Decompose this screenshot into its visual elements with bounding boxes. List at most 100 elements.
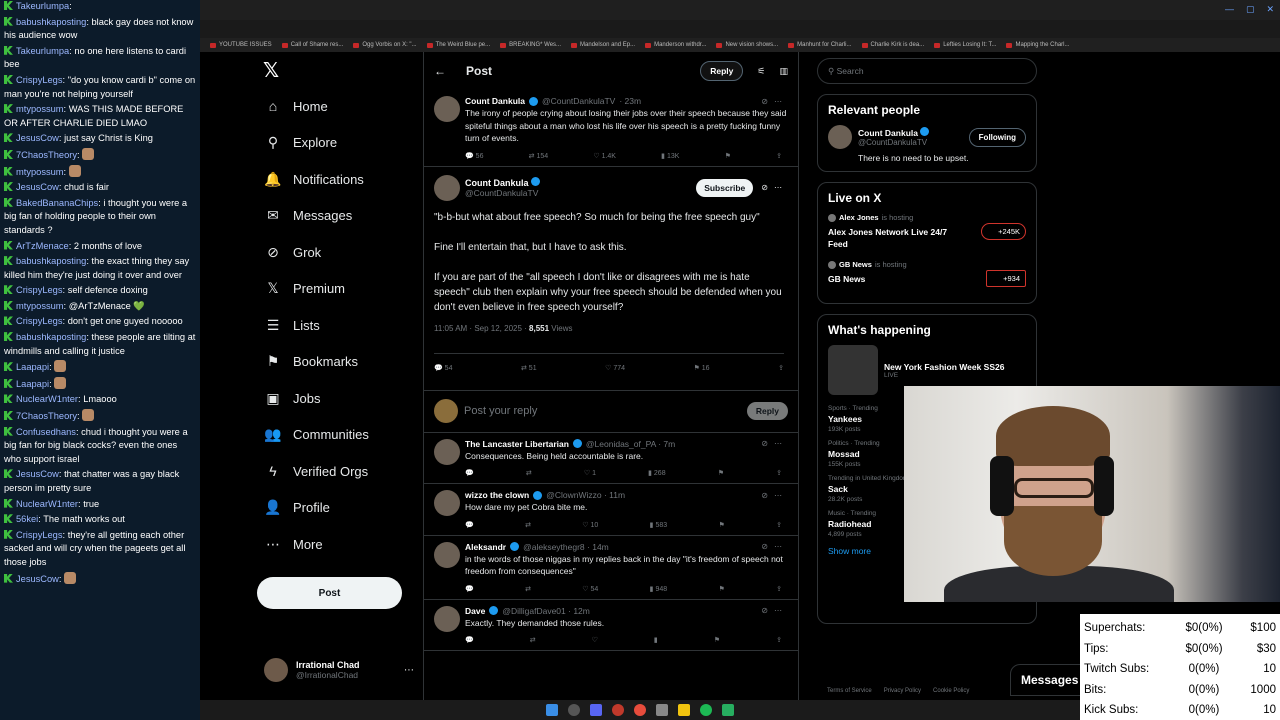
nav-communities[interactable]: 👥 Communities: [255, 417, 415, 454]
start-icon[interactable]: [546, 704, 558, 716]
chat-username[interactable]: BakedBananaChips: [16, 198, 98, 208]
maximize-icon[interactable]: ▢: [1246, 4, 1255, 15]
footer-link[interactable]: Cookie Policy: [933, 688, 969, 694]
chat-username[interactable]: Laapapi: [16, 379, 49, 389]
reply-action[interactable]: 💬 56: [465, 152, 483, 160]
views-action[interactable]: ▮: [654, 636, 658, 644]
reply-submit-button[interactable]: Reply: [746, 402, 788, 420]
chat-username[interactable]: babushkaposting: [16, 17, 86, 27]
views-action[interactable]: ▮ 948: [650, 585, 667, 593]
chat-username[interactable]: JesusCow: [16, 574, 59, 584]
folder-icon[interactable]: [678, 704, 690, 716]
author-name[interactable]: Dave: [465, 606, 485, 616]
nav-profile[interactable]: 👤 Profile: [255, 490, 415, 527]
share-icon[interactable]: ⇪: [776, 521, 782, 529]
bookmark-item[interactable]: Mandelson and Ep...: [571, 42, 635, 48]
spotify-icon[interactable]: [700, 704, 712, 716]
share-icon[interactable]: ⇪: [776, 152, 782, 160]
footer-link[interactable]: Privacy Policy: [884, 688, 921, 694]
like-action[interactable]: ♡ 1.4K: [593, 152, 616, 160]
bookmark-item[interactable]: Manhunt for Charli...: [788, 42, 852, 48]
author-name[interactable]: wizzo the clown: [465, 490, 529, 500]
more-icon[interactable]: ⊘⋯: [761, 542, 788, 551]
avatar[interactable]: [434, 490, 460, 516]
account-switcher[interactable]: Irrational Chad @IrrationalChad ⋯: [264, 655, 414, 685]
retweet-action[interactable]: ⇄: [525, 585, 531, 593]
bookmark-item[interactable]: Charlie Kirk is dea...: [861, 42, 924, 48]
author-name[interactable]: Aleksandr: [465, 542, 506, 552]
subscribe-button[interactable]: Subscribe: [696, 178, 754, 197]
views-action[interactable]: ▮ 268: [648, 469, 665, 477]
chat-username[interactable]: CrispyLegs: [16, 75, 63, 85]
bookmark-icon[interactable]: ⚑: [718, 469, 724, 477]
avatar[interactable]: [434, 174, 460, 201]
reply-action[interactable]: 💬: [465, 636, 474, 644]
nav-grok[interactable]: ⊘ Grok: [255, 234, 415, 271]
tweet[interactable]: Aleksandr @alekseythegr8 · 14m ⊘⋯ in the w…: [424, 536, 798, 600]
more-icon[interactable]: ⊘⋯: [761, 97, 788, 106]
reply-input[interactable]: Post your reply: [464, 405, 537, 417]
chat-username[interactable]: NuclearW1nter: [16, 394, 78, 404]
tweet[interactable]: wizzo the clown @ClownWizzo · 11m ⊘⋯ How d…: [424, 484, 798, 536]
following-button[interactable]: Following: [968, 127, 1026, 147]
chat-username[interactable]: ArTzMenace: [16, 241, 69, 251]
bookmark-item[interactable]: New vision shows...: [716, 42, 778, 48]
chat-username[interactable]: Takeurlumpa: [16, 1, 69, 11]
discord-icon[interactable]: [590, 704, 602, 716]
nav-more[interactable]: ⋯ More: [255, 526, 415, 563]
event-title[interactable]: New York Fashion Week SS26: [884, 362, 1004, 372]
chat-username[interactable]: Takeurlumpa: [16, 46, 69, 56]
avatar[interactable]: [434, 438, 460, 465]
nav-verified-orgs[interactable]: ϟ Verified Orgs: [255, 453, 415, 490]
footer-link[interactable]: Terms of Service: [827, 688, 872, 694]
header-reply-button[interactable]: Reply: [700, 61, 744, 81]
chat-username[interactable]: babushkaposting: [16, 256, 86, 266]
chat-username[interactable]: mtypossum: [16, 301, 64, 311]
bookmark-icon[interactable]: ⚑: [718, 585, 724, 593]
chat-username[interactable]: mtypossum: [16, 104, 64, 114]
app-icon[interactable]: [656, 704, 668, 716]
author-name[interactable]: The Lancaster Libertarian: [465, 439, 569, 449]
avatar[interactable]: [434, 96, 460, 122]
share-icon[interactable]: ⇪: [776, 585, 782, 593]
reply-action[interactable]: 💬: [465, 521, 474, 529]
live-item[interactable]: GB News is hosting GB News +934: [828, 260, 1026, 287]
tweet[interactable]: The Lancaster Libertarian @Leonidas_of_PA…: [424, 433, 798, 484]
search-icon[interactable]: [568, 704, 580, 716]
settings-sliders-icon[interactable]: ⚟: [757, 66, 765, 77]
nav-bookmarks[interactable]: ⚑ Bookmarks: [255, 344, 415, 381]
app-icon[interactable]: [722, 704, 734, 716]
bookmark-item[interactable]: Lefties Losing It: T...: [934, 42, 996, 48]
views-action[interactable]: ▮ 583: [650, 521, 667, 529]
retweet-action[interactable]: ⇄: [525, 521, 531, 529]
bookmark-item[interactable]: Ogg Vorbis on X: "...: [353, 42, 417, 48]
bookmark-item[interactable]: YOUTUBE ISSUES: [210, 42, 272, 48]
reply-action[interactable]: 💬 54: [434, 364, 452, 372]
author-name[interactable]: Count Dankula: [465, 177, 541, 188]
like-action[interactable]: ♡ 774: [605, 364, 625, 372]
avatar[interactable]: [434, 605, 460, 632]
grok-and-more-icons[interactable]: ⊘⋯: [761, 183, 788, 192]
chat-username[interactable]: 7ChaosTheory: [16, 411, 77, 421]
bookmark-icon[interactable]: ⚑: [718, 521, 724, 529]
live-item[interactable]: Alex Jones is hosting Alex Jones Network …: [828, 213, 1026, 250]
back-arrow-icon[interactable]: ←: [434, 64, 446, 78]
chat-username[interactable]: JesusCow: [16, 182, 59, 192]
event-thumbnail[interactable]: [828, 345, 878, 395]
author-handle[interactable]: @CountDankulaTV: [465, 188, 540, 198]
nav-messages[interactable]: ✉ Messages: [255, 198, 415, 235]
nav-explore[interactable]: ⚲ Explore: [255, 125, 415, 162]
retweet-action[interactable]: ⇄: [526, 469, 532, 477]
chat-username[interactable]: mtypossum: [16, 167, 64, 177]
nav-lists[interactable]: ☰ Lists: [255, 307, 415, 344]
retweet-action[interactable]: ⇄ 154: [529, 152, 549, 160]
bookmark-item[interactable]: The Weird Blue pe...: [426, 42, 490, 48]
reply-action[interactable]: 💬: [465, 585, 474, 593]
reader-view-icon[interactable]: ▥: [779, 66, 788, 77]
post-button[interactable]: Post: [257, 577, 402, 609]
address-bar[interactable]: [200, 20, 1280, 38]
x-logo-icon[interactable]: 𝕏: [263, 58, 415, 88]
search-input[interactable]: ⚲ Search: [817, 58, 1037, 84]
like-action[interactable]: ♡ 1: [584, 469, 596, 477]
like-action[interactable]: ♡ 10: [582, 521, 598, 529]
